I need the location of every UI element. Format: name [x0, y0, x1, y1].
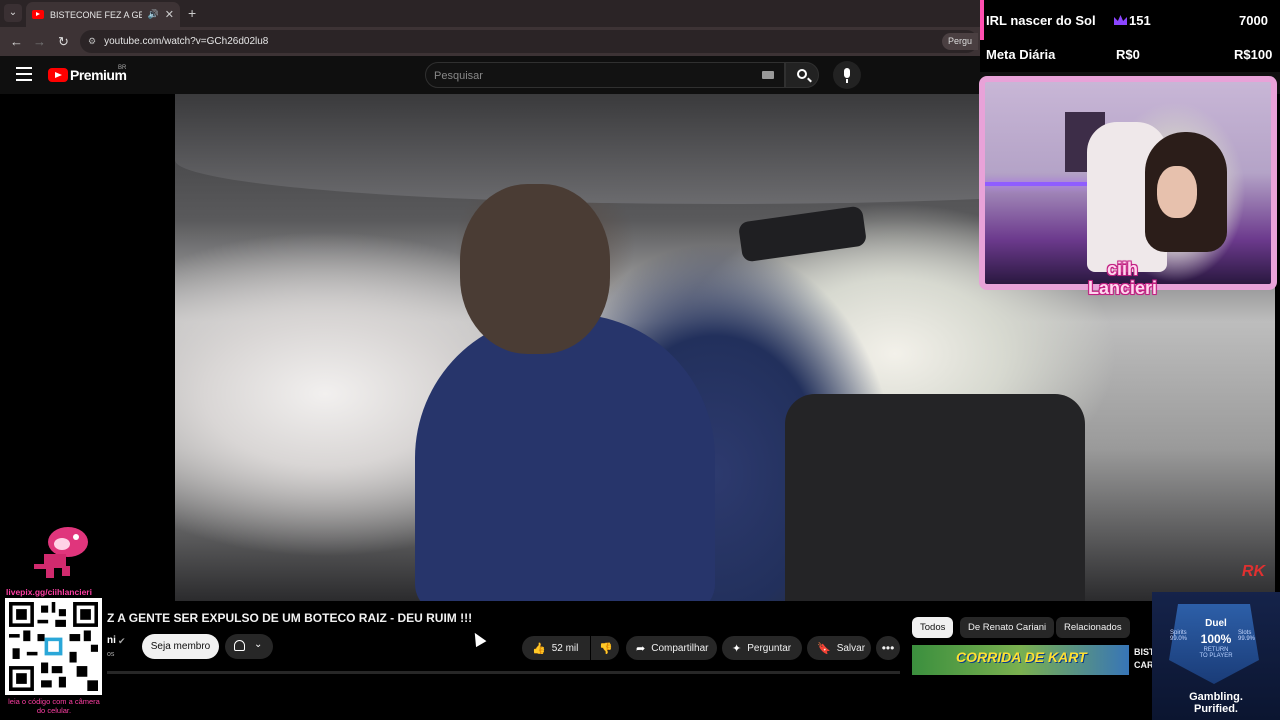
goal-1-label: IRL nascer do Sol	[986, 13, 1096, 28]
qr-caption: leia o código com a câmera do celular.	[8, 697, 100, 715]
goal-2-label: Meta Diária	[986, 47, 1056, 62]
goal-1-count: 151	[1129, 13, 1151, 28]
channel-watermark: RK	[1241, 563, 1265, 580]
ask-label: Perguntar	[747, 642, 792, 654]
ad-right-value: 99.9%	[1238, 636, 1256, 642]
ad-right-stat: Slots 99.9%	[1238, 630, 1255, 642]
goal-2-current: R$0	[1116, 47, 1140, 62]
search-button[interactable]	[785, 62, 819, 88]
menu-icon[interactable]	[16, 67, 32, 81]
car-dashboard	[785, 394, 1085, 601]
ad-rtp-line-2: TO PLAYER	[1199, 653, 1233, 659]
url-text[interactable]: youtube.com/watch?v=GCh26d02lu8	[104, 36, 268, 47]
keyboard-icon[interactable]	[762, 71, 774, 79]
webcam-frame	[979, 76, 1277, 290]
donation-qr-code	[5, 598, 102, 695]
youtube-favicon-icon	[32, 10, 44, 19]
qr-code-icon	[9, 602, 98, 691]
site-settings-icon[interactable]: ⚙	[88, 36, 96, 47]
share-button[interactable]: ➦ Compartilhar	[626, 636, 717, 660]
tab-search-chevron-icon[interactable]: ⌄	[4, 4, 22, 22]
more-dots-icon: •••	[881, 641, 895, 655]
ad-title: Duel	[1205, 618, 1227, 629]
pink-mascot-icon	[34, 527, 88, 578]
bookmark-icon: 🔖	[817, 642, 831, 655]
driver-body	[415, 314, 715, 601]
thumbs-down-icon: 👎	[599, 642, 613, 655]
goal-1-target: 7000	[1239, 13, 1268, 28]
search-input[interactable]	[434, 67, 754, 85]
more-actions-button[interactable]: •••	[876, 636, 900, 660]
ask-button[interactable]: ✦ Perguntar	[722, 636, 802, 660]
streamer-name-line-2: Lancieri	[1088, 278, 1158, 298]
omnibox[interactable]: ⚙ youtube.com/watch?v=GCh26d02lu8 Pergu	[80, 30, 978, 53]
reload-icon[interactable]: ↻	[58, 34, 69, 50]
tab-title: BISTECONE FEZ A GENTE SER EXPULSO DE UM …	[50, 9, 142, 20]
like-button[interactable]: 👍 52 mil	[522, 636, 590, 660]
join-member-button[interactable]: Seja membro	[142, 634, 219, 659]
new-tab-button[interactable]: +	[188, 5, 196, 21]
ad-tagline-line-1: Gambling.	[1189, 691, 1243, 703]
ad-left-stat: Spirits 99.0%	[1170, 630, 1187, 642]
chevron-down-icon: ⌄	[254, 639, 263, 650]
voice-search-mic-icon[interactable]	[833, 61, 861, 89]
browser-tab[interactable]: BISTECONE FEZ A GENTE SER EXPULSO DE UM …	[26, 2, 180, 27]
browser-tab-bar: ⌄ BISTECONE FEZ A GENTE SER EXPULSO DE U…	[0, 0, 980, 27]
ad-tagline-line-2: Purified.	[1193, 703, 1238, 715]
close-tab-icon[interactable]: ✕	[165, 8, 174, 21]
forward-arrow-icon[interactable]: →	[33, 34, 46, 49]
channel-name[interactable]: ni	[107, 635, 116, 646]
chip-from-channel[interactable]: De Renato Cariani	[960, 617, 1055, 638]
chip-related[interactable]: Relacionados	[1056, 617, 1130, 638]
save-label: Salvar	[836, 642, 866, 654]
verified-check-icon: ✔	[118, 636, 126, 646]
chip-all[interactable]: Todos	[912, 617, 954, 638]
streamer-face	[1157, 166, 1197, 218]
recommended-video-thumbnail[interactable]: CORRIDA DE KART	[912, 645, 1129, 675]
goal-2-target: R$100	[1234, 47, 1273, 62]
subscriber-count: os	[107, 651, 115, 658]
streamer-name-tag: ciih Lancieri	[1088, 260, 1157, 298]
address-bar-row: ← → ↻ ⚙ youtube.com/watch?v=GCh26d02lu8 …	[0, 27, 980, 56]
mouse-cursor-icon	[469, 629, 487, 648]
driver-head	[460, 184, 610, 354]
thumbs-up-icon: 👍	[532, 642, 546, 655]
rearview-mirror	[737, 205, 868, 263]
ask-chip[interactable]: Pergu	[941, 33, 978, 50]
description-box-edge	[107, 671, 900, 674]
back-arrow-icon[interactable]: ←	[10, 34, 23, 49]
share-arrow-icon: ➦	[636, 642, 646, 655]
search-icon	[797, 69, 807, 79]
screen: ⌄ BISTECONE FEZ A GENTE SER EXPULSO DE U…	[0, 0, 1280, 720]
save-button[interactable]: 🔖 Salvar	[807, 636, 871, 660]
ad-left-value: 99.0%	[1170, 636, 1188, 642]
youtube-logo-icon[interactable]	[48, 68, 68, 82]
bell-icon	[234, 640, 245, 651]
streamer-name-line-1: ciih	[1107, 259, 1139, 279]
sparkle-icon: ✦	[732, 642, 742, 655]
audio-playing-icon[interactable]: 🔊	[148, 9, 159, 20]
thumbnail-text: CORRIDA DE KART	[956, 649, 1087, 665]
share-label: Compartilhar	[651, 642, 709, 654]
dislike-button[interactable]: 👎	[591, 636, 619, 660]
search-box	[425, 62, 785, 88]
country-code: BR	[118, 65, 127, 71]
ad-rtp: RETURN TO PLAYER	[1152, 647, 1280, 659]
ad-tagline: Gambling. Purified.	[1152, 691, 1280, 715]
like-count: 52 mil	[551, 642, 579, 654]
livepix-url: livepix.gg/ciihlancieri	[6, 587, 92, 597]
video-title: Z A GENTE SER EXPULSO DE UM BOTECO RAIZ …	[107, 611, 473, 625]
notifications-button[interactable]: ⌄	[225, 634, 273, 659]
goal-accent-bar	[980, 0, 984, 40]
